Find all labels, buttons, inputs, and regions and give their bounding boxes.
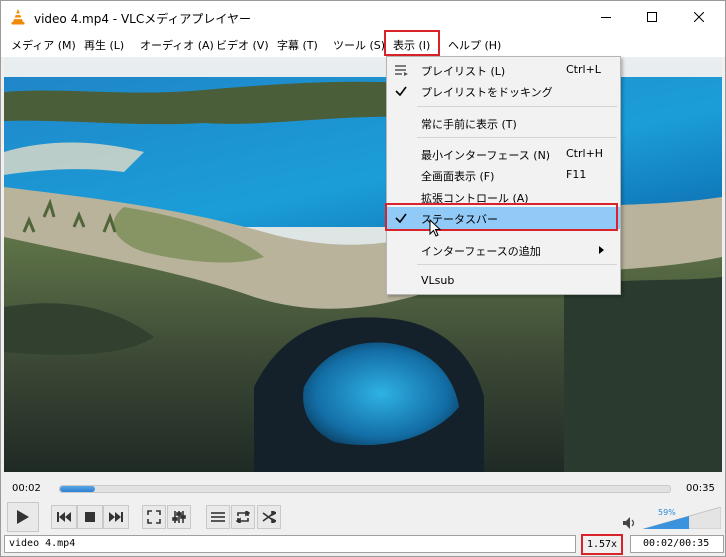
status-time[interactable]: 00:02/00:35 — [630, 535, 724, 553]
vlc-window: video 4.mp4 - VLCメディアプレイヤー メディア (M) 再生 (… — [0, 0, 726, 557]
equalizer-icon — [172, 511, 186, 523]
elapsed-time: 00:02 — [12, 483, 41, 494]
title-bar: video 4.mp4 - VLCメディアプレイヤー — [1, 1, 725, 33]
volume-slider[interactable] — [643, 507, 721, 529]
next-button[interactable] — [103, 505, 129, 529]
menu-item-label: VLsub — [421, 274, 455, 287]
status-bar-item-highlight-box — [385, 203, 618, 231]
submenu-arrow-icon — [599, 246, 604, 254]
menu-item-dock-playlist[interactable]: プレイリストをドッキング — [387, 80, 620, 102]
menu-help[interactable]: ヘルプ (H) — [448, 37, 501, 53]
menu-item-fullscreen[interactable]: 全画面表示 (F) F11 — [387, 164, 620, 186]
menu-item-add-interface[interactable]: インターフェースの追加 — [387, 239, 620, 261]
menu-item-label: プレイリストをドッキング — [421, 86, 553, 99]
menu-item-always-on-top[interactable]: 常に手前に表示 (T) — [387, 112, 620, 134]
seek-slider[interactable] — [59, 485, 671, 493]
menu-item-shortcut: F11 — [566, 168, 587, 181]
menu-separator — [417, 137, 617, 138]
menu-view-highlight-box — [384, 30, 440, 56]
maximize-icon — [647, 12, 657, 22]
menu-item-playlist[interactable]: プレイリスト (L) Ctrl+L — [387, 59, 620, 81]
extended-settings-button[interactable] — [167, 505, 191, 529]
menu-separator — [417, 106, 617, 107]
view-menu-dropdown: プレイリスト (L) Ctrl+L プレイリストをドッキング 常に手前に表示 (… — [386, 56, 621, 295]
minimize-icon — [601, 17, 611, 18]
play-button[interactable] — [7, 502, 39, 532]
menu-playback[interactable]: 再生 (L) — [84, 37, 124, 53]
seek-row: 00:02 00:35 — [1, 474, 725, 502]
shuffle-icon — [262, 511, 276, 523]
shuffle-button[interactable] — [257, 505, 281, 529]
menu-item-label: 最小インターフェース (N) — [421, 149, 551, 162]
menu-separator — [417, 264, 617, 265]
menu-media[interactable]: メディア (M) — [11, 37, 76, 53]
menu-item-shortcut: Ctrl+H — [566, 147, 604, 160]
fullscreen-button[interactable] — [142, 505, 166, 529]
play-icon — [17, 510, 29, 524]
stop-button[interactable] — [77, 505, 103, 529]
previous-button[interactable] — [51, 505, 77, 529]
menu-item-shortcut: Ctrl+L — [566, 63, 601, 76]
previous-icon — [57, 512, 71, 522]
maximize-button[interactable] — [629, 1, 675, 33]
stop-icon — [85, 512, 95, 522]
loop-icon — [236, 511, 250, 523]
total-time: 00:35 — [686, 483, 715, 494]
playlist-icon — [395, 65, 408, 76]
fullscreen-icon — [147, 510, 161, 524]
menu-item-label: インターフェースの追加 — [421, 245, 541, 258]
status-filename: video 4.mp4 — [4, 535, 576, 553]
close-button[interactable] — [676, 1, 722, 33]
menu-video[interactable]: ビデオ (V) — [216, 37, 269, 53]
menu-subtitle[interactable]: 字幕 (T) — [277, 37, 318, 53]
window-title: video 4.mp4 - VLCメディアプレイヤー — [34, 12, 252, 26]
menu-tools[interactable]: ツール (S) — [333, 37, 385, 53]
next-icon — [109, 512, 123, 522]
vlc-cone-icon — [11, 9, 25, 25]
menu-item-minimal-interface[interactable]: 最小インターフェース (N) Ctrl+H — [387, 143, 620, 165]
menu-item-vlsub[interactable]: VLsub — [387, 270, 620, 292]
menu-bar: メディア (M) 再生 (L) オーディオ (A) ビデオ (V) 字幕 (T)… — [1, 33, 725, 57]
volume-percent: 59% — [658, 508, 676, 517]
close-icon — [694, 12, 704, 22]
menu-audio[interactable]: オーディオ (A) — [140, 37, 214, 53]
menu-item-label: 全画面表示 (F) — [421, 170, 495, 183]
mouse-cursor-icon — [429, 219, 441, 237]
minimize-button[interactable] — [583, 1, 629, 33]
playlist-button[interactable] — [206, 505, 230, 529]
check-icon — [395, 86, 407, 97]
menu-item-label: 常に手前に表示 (T) — [421, 118, 517, 131]
status-playback-speed[interactable]: 1.57x — [581, 534, 623, 555]
speaker-icon[interactable] — [623, 517, 637, 529]
loop-button[interactable] — [231, 505, 255, 529]
menu-item-label: プレイリスト (L) — [421, 65, 506, 78]
seek-progress — [60, 486, 95, 492]
playlist-icon — [211, 512, 225, 522]
status-bar: video 4.mp4 1.57x 00:02/00:35 — [1, 533, 725, 556]
